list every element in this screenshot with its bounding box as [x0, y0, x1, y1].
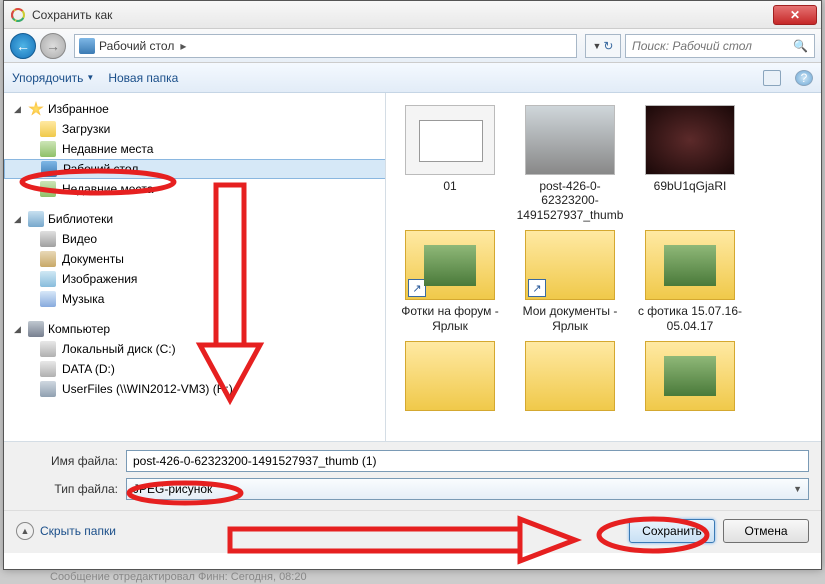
back-button[interactable]: ←: [10, 33, 36, 59]
breadcrumb-location: Рабочий стол: [99, 39, 174, 53]
search-box[interactable]: 🔍: [625, 34, 815, 58]
tree-computer-header[interactable]: ◢ Компьютер: [4, 319, 385, 339]
file-item[interactable]: post-426-0-62323200-1491527937_thumb: [514, 105, 626, 222]
search-icon: 🔍: [793, 39, 808, 53]
tree-item-music[interactable]: Музыка: [4, 289, 385, 309]
help-button[interactable]: ?: [795, 70, 813, 86]
address-dropdown[interactable]: ▼ ↻: [585, 34, 621, 58]
file-item[interactable]: [634, 341, 746, 415]
chevron-up-icon: ▲: [16, 522, 34, 540]
file-list: 01 post-426-0-62323200-1491527937_thumb …: [386, 93, 821, 441]
disk-icon: [40, 361, 56, 377]
tree-item-recent[interactable]: Недавние места: [4, 139, 385, 159]
folder-thumbnail: ↗: [525, 230, 615, 300]
chevron-right-icon: ▸: [180, 39, 186, 53]
app-icon: [10, 7, 26, 23]
folder-thumbnail: [645, 230, 735, 300]
tree-favorites-header[interactable]: ◢ Избранное: [4, 99, 385, 119]
organize-menu[interactable]: Упорядочить ▼: [12, 71, 94, 85]
close-button[interactable]: ✕: [773, 5, 817, 25]
filetype-select[interactable]: JPEG-рисунок▼: [126, 478, 809, 500]
file-item[interactable]: с фотика 15.07.16-05.04.17: [634, 230, 746, 333]
file-item[interactable]: ↗ Мои документы - Ярлык: [514, 230, 626, 333]
collapse-icon: ◢: [14, 214, 24, 225]
disk-icon: [40, 341, 56, 357]
status-text: Сообщение отредактировал Финн: Сегодня, …: [50, 571, 307, 583]
window-title: Сохранить как: [32, 8, 773, 22]
recent-icon: [40, 141, 56, 157]
address-bar[interactable]: Рабочий стол ▸: [74, 34, 577, 58]
save-button[interactable]: Сохранить: [629, 519, 715, 543]
desktop-icon: [41, 161, 57, 177]
desktop-icon: [79, 38, 95, 54]
file-item[interactable]: 69bU1qGjaRI: [634, 105, 746, 222]
tree-item-downloads[interactable]: Загрузки: [4, 119, 385, 139]
video-icon: [40, 231, 56, 247]
star-icon: [28, 101, 44, 117]
navigation-tree: ◢ Избранное Загрузки Недавние места Рабо…: [4, 93, 386, 441]
tree-item-recent-2[interactable]: Недавние места: [4, 179, 385, 199]
network-drive-icon: [40, 381, 56, 397]
tree-item-video[interactable]: Видео: [4, 229, 385, 249]
shortcut-overlay-icon: ↗: [528, 279, 546, 297]
file-item[interactable]: 01: [394, 105, 506, 222]
folder-thumbnail: [645, 341, 735, 411]
chevron-down-icon: ▼: [86, 73, 94, 82]
tree-item-data-d[interactable]: DATA (D:): [4, 359, 385, 379]
folder-thumbnail: [525, 341, 615, 411]
hide-folders-toggle[interactable]: ▲ Скрыть папки: [16, 522, 116, 540]
tree-item-pictures[interactable]: Изображения: [4, 269, 385, 289]
file-item[interactable]: ↗ Фотки на форум - Ярлык: [394, 230, 506, 333]
new-folder-button[interactable]: Новая папка: [108, 71, 178, 85]
filetype-label: Тип файла:: [16, 482, 126, 496]
file-item[interactable]: [514, 341, 626, 415]
image-thumbnail: [645, 105, 735, 175]
folder-thumbnail: [405, 341, 495, 411]
tree-item-userfiles-h[interactable]: UserFiles (\\WIN2012-VM3) (H:): [4, 379, 385, 399]
view-options-button[interactable]: [763, 70, 781, 86]
collapse-icon: ◢: [14, 324, 24, 335]
chevron-down-icon: ▼: [593, 41, 602, 51]
pictures-icon: [40, 271, 56, 287]
recent-icon: [40, 181, 56, 197]
folder-icon: [40, 121, 56, 137]
forward-button[interactable]: →: [40, 33, 66, 59]
tree-item-desktop[interactable]: Рабочий стол: [4, 159, 386, 179]
file-item[interactable]: [394, 341, 506, 415]
refresh-icon: ↻: [603, 39, 613, 53]
folder-thumbnail: ↗: [405, 230, 495, 300]
tree-libraries-header[interactable]: ◢ Библиотеки: [4, 209, 385, 229]
navigation-bar: ← → Рабочий стол ▸ ▼ ↻ 🔍: [4, 29, 821, 63]
dialog-footer: ▲ Скрыть папки Сохранить Отмена: [4, 510, 821, 553]
libraries-icon: [28, 211, 44, 227]
search-input[interactable]: [632, 39, 793, 53]
computer-icon: [28, 321, 44, 337]
image-thumbnail: [405, 105, 495, 175]
tree-item-documents[interactable]: Документы: [4, 249, 385, 269]
documents-icon: [40, 251, 56, 267]
shortcut-overlay-icon: ↗: [408, 279, 426, 297]
file-fields: Имя файла: post-426-0-62323200-149152793…: [4, 441, 821, 510]
cancel-button[interactable]: Отмена: [723, 519, 809, 543]
music-icon: [40, 291, 56, 307]
filename-label: Имя файла:: [16, 454, 126, 468]
image-thumbnail: [525, 105, 615, 175]
collapse-icon: ◢: [14, 104, 24, 115]
chevron-down-icon: ▼: [793, 484, 802, 494]
filename-input[interactable]: post-426-0-62323200-1491527937_thumb (1): [126, 450, 809, 472]
save-as-dialog: Сохранить как ✕ ← → Рабочий стол ▸ ▼ ↻ 🔍…: [3, 0, 822, 570]
tree-item-local-disk-c[interactable]: Локальный диск (C:): [4, 339, 385, 359]
toolbar: Упорядочить ▼ Новая папка ?: [4, 63, 821, 93]
titlebar: Сохранить как ✕: [4, 1, 821, 29]
